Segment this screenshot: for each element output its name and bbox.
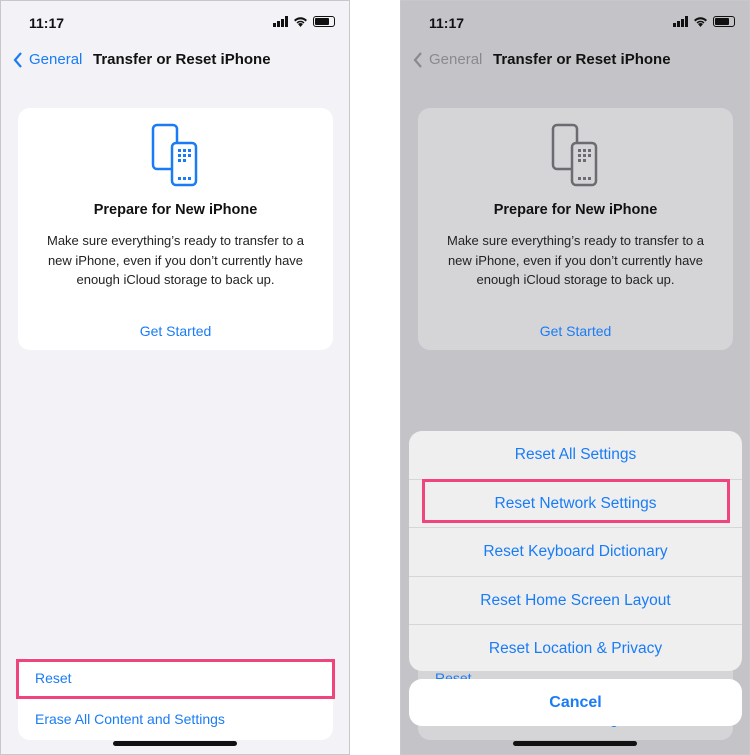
prepare-card: Prepare for New iPhone Make sure everyth…: [18, 108, 333, 350]
page-title: Transfer or Reset iPhone: [93, 51, 271, 68]
chevron-left-icon: [13, 51, 22, 68]
back-button: General: [413, 51, 482, 68]
card-title: Prepare for New iPhone: [493, 202, 658, 218]
cellular-signal-icon: [273, 16, 288, 27]
cancel-button[interactable]: Cancel: [409, 679, 742, 726]
highlight-box: [16, 659, 335, 699]
transfer-phones-icon: [551, 123, 598, 187]
highlight-box: [422, 479, 730, 523]
chevron-left-icon: [413, 51, 422, 68]
status-bar: 11:17: [29, 13, 335, 33]
card-title: Prepare for New iPhone: [93, 202, 258, 218]
cellular-signal-icon: [673, 16, 688, 27]
home-indicator: [113, 741, 237, 746]
battery-icon: [313, 16, 335, 27]
action-sheet: Reset All Settings Reset Network Setting…: [409, 431, 742, 671]
get-started-button[interactable]: Get Started: [18, 323, 333, 339]
page-title: Transfer or Reset iPhone: [493, 51, 671, 68]
back-label: General: [29, 51, 83, 68]
reset-all-settings-option[interactable]: Reset All Settings: [409, 431, 742, 480]
transfer-phones-icon: [151, 123, 198, 187]
status-time: 11:17: [29, 15, 65, 31]
erase-all-row[interactable]: Erase All Content and Settings: [18, 699, 333, 740]
prepare-card: Prepare for New iPhone Make sure everyth…: [418, 108, 733, 350]
phone-screen-left: 11:17 General Transfer or Reset iPhone P…: [0, 0, 350, 755]
back-button[interactable]: General: [13, 51, 82, 68]
back-label: General: [429, 51, 483, 68]
reset-location-privacy-option[interactable]: Reset Location & Privacy: [409, 625, 742, 671]
get-started-button: Get Started: [539, 322, 612, 339]
wifi-icon: [294, 17, 307, 27]
wifi-icon: [694, 17, 707, 27]
status-bar: 11:17: [429, 13, 735, 33]
home-indicator: [513, 741, 637, 746]
card-body: Make sure everything’s ready to transfer…: [447, 233, 704, 287]
card-body: Make sure everything’s ready to transfer…: [47, 233, 304, 287]
reset-home-screen-layout-option[interactable]: Reset Home Screen Layout: [409, 577, 742, 625]
battery-icon: [713, 16, 735, 27]
reset-keyboard-dictionary-option[interactable]: Reset Keyboard Dictionary: [409, 528, 742, 577]
status-time: 11:17: [429, 15, 465, 31]
phone-screen-right: 11:17 General Transfer or Reset iPhone P…: [400, 0, 750, 755]
